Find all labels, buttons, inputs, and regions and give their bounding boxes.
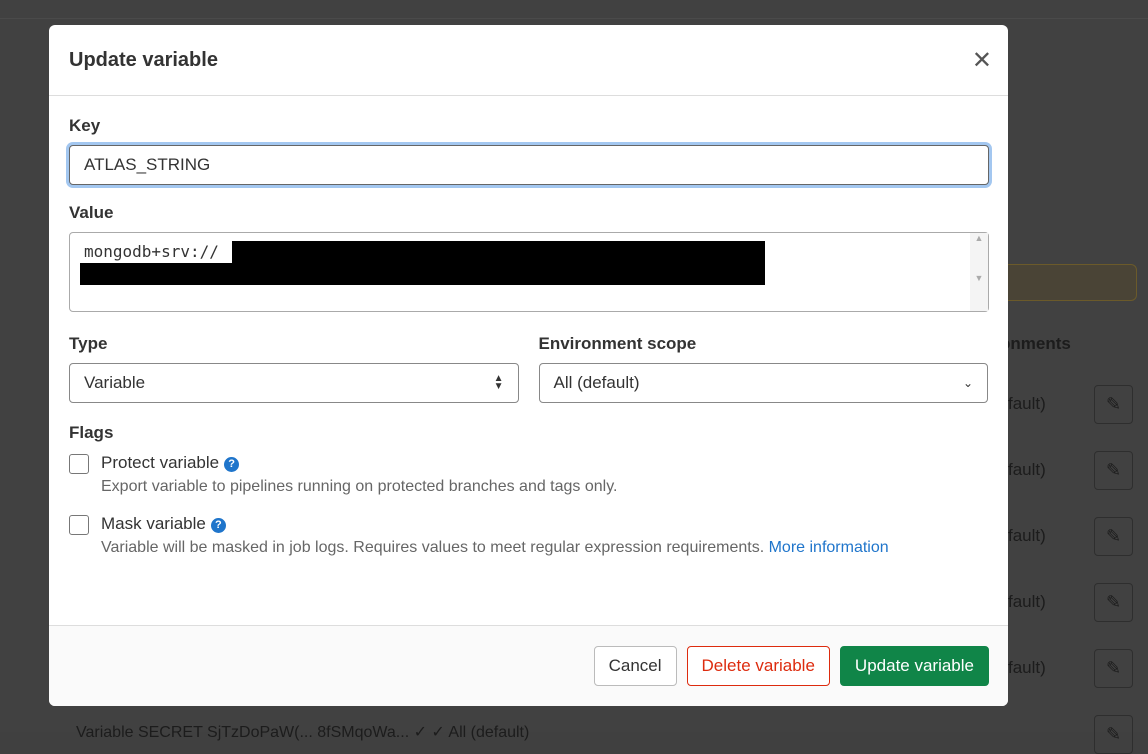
modal-title: Update variable: [69, 48, 218, 71]
key-label: Key: [69, 116, 101, 135]
scrollbar[interactable]: ▲ ▼: [970, 233, 988, 311]
help-icon[interactable]: ?: [210, 518, 226, 533]
sort-arrows-icon: ▲ ▼: [493, 373, 504, 392]
edit-pencil-icon[interactable]: ✎: [1094, 451, 1133, 490]
table-row: Variable SECRET SjTzDoPaW(... 8fSMqoWa..…: [76, 724, 530, 741]
edit-pencil-icon[interactable]: ✎: [1094, 649, 1133, 688]
redaction: [232, 241, 765, 285]
environment-scope-value: All (default): [553, 373, 640, 392]
background-alert: [990, 264, 1137, 301]
mask-variable-description: Variable will be masked in job logs. Req…: [101, 539, 769, 556]
update-variable-button[interactable]: Update variable: [839, 646, 989, 686]
update-variable-modal: Update variable ✕ Key Value mongodb+srv:…: [49, 25, 1008, 706]
help-icon[interactable]: ?: [224, 457, 240, 472]
chevron-down-icon: ⌄: [962, 376, 973, 390]
delete-variable-button[interactable]: Delete variable: [686, 646, 830, 686]
redaction: [80, 263, 240, 285]
value-label: Value: [69, 203, 114, 222]
flags-label: Flags: [69, 423, 114, 442]
cancel-button[interactable]: Cancel: [593, 646, 677, 686]
protect-variable-checkbox[interactable]: [69, 454, 89, 474]
type-label: Type: [69, 334, 108, 353]
env-cell: fault): [1008, 592, 1046, 611]
edit-pencil-icon[interactable]: ✎: [1094, 517, 1133, 556]
edit-pencil-icon[interactable]: ✎: [1094, 715, 1133, 754]
value-text: mongodb+srv://: [84, 242, 219, 261]
protect-variable-description: Export variable to pipelines running on …: [101, 478, 618, 495]
type-value: Variable: [84, 373, 146, 392]
env-cell: fault): [1008, 460, 1046, 479]
type-select[interactable]: Variable ▲ ▼: [69, 363, 519, 403]
env-cell: fault): [1008, 526, 1046, 545]
edit-pencil-icon[interactable]: ✎: [1094, 583, 1133, 622]
environment-scope-label: Environment scope: [538, 334, 697, 353]
mask-variable-label: Mask variable: [101, 514, 206, 533]
edit-pencil-icon[interactable]: ✎: [1094, 385, 1133, 424]
column-header-environments: onments: [1000, 334, 1071, 353]
close-icon[interactable]: ✕: [972, 46, 992, 75]
env-cell: fault): [1008, 658, 1046, 677]
modal-header: Update variable ✕: [49, 25, 1008, 96]
environment-scope-select[interactable]: All (default) ⌄: [538, 363, 988, 403]
mask-variable-checkbox[interactable]: [69, 515, 89, 535]
key-input[interactable]: [69, 145, 989, 185]
protect-variable-label: Protect variable: [101, 453, 220, 472]
value-textarea[interactable]: mongodb+srv:// ▲ ▼: [69, 232, 989, 312]
modal-footer: Cancel Delete variable Update variable: [49, 625, 1008, 706]
more-information-link[interactable]: More information: [769, 539, 889, 556]
env-cell: fault): [1008, 394, 1046, 413]
